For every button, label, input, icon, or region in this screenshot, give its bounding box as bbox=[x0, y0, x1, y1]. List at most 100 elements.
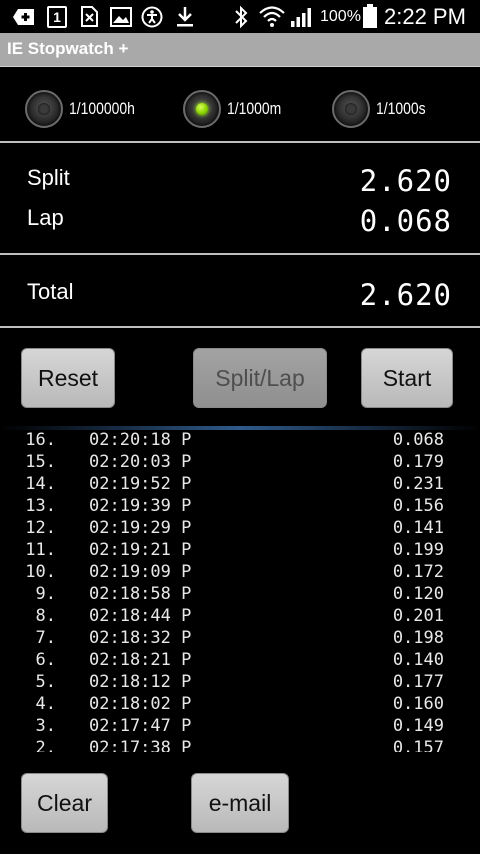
lap-time: 02:17:47 P bbox=[89, 716, 192, 736]
lap-num: 8. bbox=[35, 606, 56, 626]
list-item: 16. 02:20:18 P 0.068 bbox=[0, 429, 480, 451]
email-button[interactable]: e-mail bbox=[191, 773, 289, 833]
list-item: 9. 02:18:58 P 0.120 bbox=[0, 583, 480, 605]
split-lap-button[interactable]: Split/Lap bbox=[193, 348, 327, 408]
lap-time: 02:17:38 P bbox=[89, 738, 192, 752]
lap-num: 7. bbox=[35, 628, 56, 648]
lap-log-list[interactable]: 16. 02:20:18 P 0.068 15. 02:20:03 P 0.179 14. 0… bbox=[0, 429, 480, 752]
lap-num: 12. bbox=[25, 518, 56, 538]
lap-time: 02:19:09 P bbox=[89, 562, 192, 582]
lap-value: 0.156 bbox=[392, 496, 444, 516]
add-box-icon bbox=[13, 9, 34, 25]
lap-num: 11. bbox=[25, 540, 56, 560]
lap-value: 0.141 bbox=[392, 518, 444, 538]
lap-value: 0.149 bbox=[392, 716, 444, 736]
resolution-option-hours[interactable]: 1/100000h bbox=[25, 86, 149, 132]
divider bbox=[0, 326, 480, 328]
clear-button[interactable]: Clear bbox=[21, 773, 108, 833]
signal-icon bbox=[291, 8, 311, 27]
lap-value: 0.140 bbox=[392, 650, 444, 670]
lap-time: 02:18:02 P bbox=[89, 694, 192, 714]
start-button[interactable]: Start bbox=[361, 348, 453, 408]
list-item: 6. 02:18:21 P 0.140 bbox=[0, 649, 480, 671]
lap-num: 16. bbox=[25, 430, 56, 450]
lap-value: 0.179 bbox=[392, 452, 444, 472]
list-item: 15. 02:20:03 P 0.179 bbox=[0, 451, 480, 473]
lap-num: 2. bbox=[35, 738, 56, 752]
lap-time: 02:19:39 P bbox=[89, 496, 192, 516]
lap-value: 0.120 bbox=[392, 584, 444, 604]
reset-button[interactable]: Reset bbox=[21, 348, 115, 408]
lap-num: 4. bbox=[35, 694, 56, 714]
split-label: Split bbox=[27, 165, 70, 190]
list-item: 7. 02:18:32 P 0.198 bbox=[0, 627, 480, 649]
resolution-option-label: 1/100000h bbox=[69, 99, 135, 118]
lap-time: 02:18:21 P bbox=[89, 650, 192, 670]
accessibility-icon bbox=[141, 6, 163, 28]
radio-dot bbox=[38, 103, 50, 115]
status-bar: 1 100% 2:22 PM bbox=[0, 0, 480, 33]
lap-num: 15. bbox=[25, 452, 56, 472]
list-item: 3. 02:17:47 P 0.149 bbox=[0, 715, 480, 737]
lap-time: 02:19:21 P bbox=[89, 540, 192, 560]
list-item: 11. 02:19:21 P 0.199 bbox=[0, 539, 480, 561]
lap-value: 0.172 bbox=[392, 562, 444, 582]
resolution-option-label: 1/1000m bbox=[227, 99, 282, 118]
total-value: 2.620 bbox=[359, 278, 452, 312]
lap-num: 9. bbox=[35, 584, 56, 604]
resolution-option-seconds[interactable]: 1/1000s bbox=[332, 86, 437, 132]
lap-label: Lap bbox=[27, 205, 64, 230]
lap-value: 0.068 bbox=[359, 204, 452, 238]
lap-value: 0.198 bbox=[392, 628, 444, 648]
lap-num: 5. bbox=[35, 672, 56, 692]
resolution-option-label: 1/1000s bbox=[376, 99, 426, 118]
list-item: 14. 02:19:52 P 0.231 bbox=[0, 473, 480, 495]
lap-num: 10. bbox=[25, 562, 56, 582]
lap-num: 3. bbox=[35, 716, 56, 736]
list-item: 4. 02:18:02 P 0.160 bbox=[0, 693, 480, 715]
lap-num: 6. bbox=[35, 650, 56, 670]
list-item: 10. 02:19:09 P 0.172 bbox=[0, 561, 480, 583]
radio-button-icon[interactable] bbox=[332, 90, 370, 128]
radio-dot-selected bbox=[196, 103, 208, 115]
lap-value: 0.201 bbox=[392, 606, 444, 626]
list-item: 5. 02:18:12 P 0.177 bbox=[0, 671, 480, 693]
total-label: Total bbox=[27, 279, 74, 304]
no-sim-icon bbox=[81, 6, 98, 27]
download-icon bbox=[177, 7, 193, 27]
calendar-day: 1 bbox=[53, 9, 61, 25]
lap-num: 14. bbox=[25, 474, 56, 494]
lap-time: 02:18:12 P bbox=[89, 672, 192, 692]
resolution-option-minutes[interactable]: 1/1000m bbox=[183, 86, 293, 132]
radio-dot bbox=[345, 103, 357, 115]
lap-value: 0.160 bbox=[392, 694, 444, 714]
divider bbox=[0, 141, 480, 143]
title-bar: IE Stopwatch + bbox=[0, 33, 480, 67]
app-title: IE Stopwatch + bbox=[7, 39, 129, 58]
lap-time: 02:19:29 P bbox=[89, 518, 192, 538]
battery-icon bbox=[363, 4, 377, 28]
image-icon bbox=[110, 7, 132, 27]
lap-value: 0.157 bbox=[392, 738, 444, 752]
lap-time: 02:20:18 P bbox=[89, 430, 192, 450]
radio-button-icon[interactable] bbox=[25, 90, 63, 128]
lap-value: 0.199 bbox=[392, 540, 444, 560]
wifi-icon bbox=[259, 6, 285, 27]
lap-time: 02:20:03 P bbox=[89, 452, 192, 472]
resolution-selector: 1/100000h 1/1000m 1/1000s bbox=[0, 86, 480, 132]
lap-value: 0.068 bbox=[392, 430, 444, 450]
radio-button-icon[interactable] bbox=[183, 90, 221, 128]
list-item: 13. 02:19:39 P 0.156 bbox=[0, 495, 480, 517]
lap-time: 02:18:44 P bbox=[89, 606, 192, 626]
clock: 2:22 PM bbox=[384, 4, 466, 29]
lap-time: 02:19:52 P bbox=[89, 474, 192, 494]
battery-percent: 100% bbox=[320, 8, 361, 25]
lap-value: 0.177 bbox=[392, 672, 444, 692]
divider bbox=[0, 253, 480, 255]
lap-time: 02:18:58 P bbox=[89, 584, 192, 604]
calendar-icon: 1 bbox=[47, 6, 67, 28]
lap-time: 02:18:32 P bbox=[89, 628, 192, 648]
list-item: 2. 02:17:38 P 0.157 bbox=[0, 737, 480, 752]
split-value: 2.620 bbox=[359, 164, 452, 198]
list-item: 8. 02:18:44 P 0.201 bbox=[0, 605, 480, 627]
